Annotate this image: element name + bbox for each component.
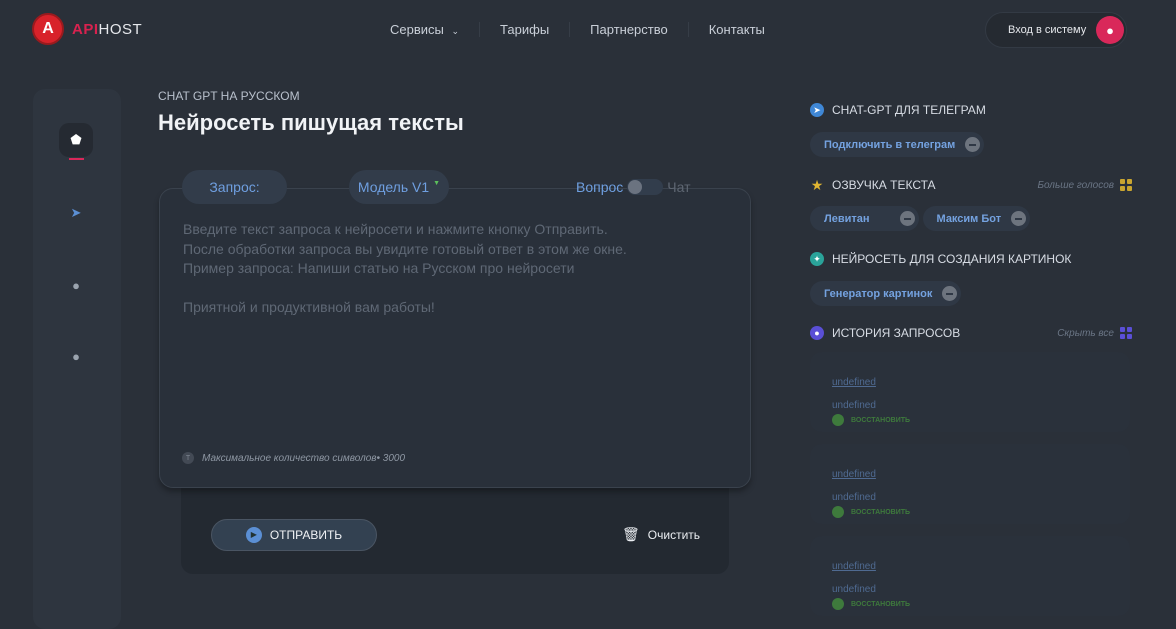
textarea-placeholder: Введите текст запроса к нейросети и нажм… <box>183 220 627 318</box>
history-answer-link[interactable]: undefined <box>832 400 876 409</box>
sidebar-home-icon[interactable]: ⬟ <box>59 123 93 157</box>
max-chars-hint: T Максимальное количество символов• 3000 <box>182 452 405 464</box>
main-nav: Сервисы ⌄ Тарифы Партнерство Контакты <box>370 22 785 37</box>
history-section-header: ● ИСТОРИЯ ЗАПРОСОВ Скрыть все <box>810 326 1132 340</box>
logo-icon: A <box>32 13 64 45</box>
section-title: CHAT-GPT ДЛЯ ТЕЛЕГРАМ <box>832 103 986 117</box>
download-icon <box>832 598 844 610</box>
section-title: НЕЙРОСЕТЬ ДЛЯ СОЗДАНИЯ КАРТИНОК <box>832 252 1072 266</box>
image-ai-icon: ✦ <box>810 252 824 266</box>
play-icon: ▶ <box>245 527 262 543</box>
voice-chip-maxim[interactable]: Максим Бот <box>922 206 1031 231</box>
grid-icon <box>1120 327 1132 339</box>
history-item: undefined undefined ВОССТАНОВИТЬ <box>810 536 1130 616</box>
hide-all-link[interactable]: Скрыть все <box>1057 327 1132 339</box>
chevron-down-icon: ⌄ <box>451 26 460 36</box>
restore-label: ВОССТАНОВИТЬ <box>851 600 911 608</box>
telegram-icon: ➤ <box>810 103 824 117</box>
voice-chip-levitan[interactable]: Левитан <box>810 206 919 231</box>
logo[interactable]: A APIHOST <box>32 13 142 45</box>
clear-button[interactable]: 🗑 Очистить <box>622 526 700 543</box>
grid-icon <box>1120 179 1132 191</box>
history-item: undefined undefined ВОССТАНОВИТЬ <box>810 444 1130 524</box>
history-answer-link[interactable]: undefined <box>832 492 876 501</box>
tab-request[interactable]: Запрос: <box>182 170 287 204</box>
sidebar-chat-icon[interactable]: ● <box>59 268 93 302</box>
login-label: Вход в систему <box>1008 24 1087 36</box>
send-button[interactable]: ▶ ОТПРАВИТЬ <box>211 519 377 551</box>
restore-button[interactable]: ВОССТАНОВИТЬ <box>832 598 910 610</box>
restore-label: ВОССТАНОВИТЬ <box>851 416 911 424</box>
nav-partnership[interactable]: Партнерство <box>569 22 688 37</box>
toggle-left-label: Вопрос <box>576 179 624 195</box>
telegram-section-header: ➤ CHAT-GPT ДЛЯ ТЕЛЕГРАМ <box>810 103 1132 117</box>
login-button[interactable]: Вход в систему ● <box>985 12 1127 48</box>
history-query-link[interactable]: undefined <box>832 469 876 480</box>
hide-all-label: Скрыть все <box>1057 327 1114 339</box>
logo-host: HOST <box>98 20 143 38</box>
nav-tariffs[interactable]: Тарифы <box>479 22 569 37</box>
images-section-header: ✦ НЕЙРОСЕТЬ ДЛЯ СОЗДАНИЯ КАРТИНОК <box>810 252 1132 266</box>
sidebar-telegram-icon[interactable]: ➤ <box>59 196 93 230</box>
section-title: ОЗВУЧКА ТЕКСТА <box>832 178 936 192</box>
minus-icon[interactable] <box>899 211 915 226</box>
minus-icon[interactable] <box>1011 211 1027 226</box>
model-label: Модель V1 <box>357 179 430 195</box>
restore-button[interactable]: ВОССТАНОВИТЬ <box>832 506 910 518</box>
page-title: Нейросеть пишущая тексты <box>158 110 464 135</box>
logo-api: API <box>72 20 99 38</box>
user-icon: ● <box>1096 16 1124 44</box>
dropdown-icon: ▼ <box>433 179 441 187</box>
restore-button[interactable]: ВОССТАНОВИТЬ <box>832 414 910 426</box>
download-icon <box>832 414 844 426</box>
more-voices-label: Больше голосов <box>1037 179 1114 191</box>
max-chars-label: Максимальное количество символов• 3000 <box>202 452 406 464</box>
chip-label: Подключить в телеграм <box>824 138 956 151</box>
send-label: ОТПРАВИТЬ <box>269 528 343 542</box>
minus-icon[interactable] <box>965 137 981 152</box>
toggle-switch[interactable] <box>627 179 664 195</box>
star-icon: ★ <box>810 177 824 193</box>
history-icon: ● <box>810 326 824 340</box>
history-answer-link[interactable]: undefined <box>832 584 876 593</box>
placeholder-line: Введите текст запроса к нейросети и нажм… <box>183 221 608 237</box>
model-select[interactable]: Модель V1 ▼ <box>349 170 449 204</box>
voice-section-header: ★ ОЗВУЧКА ТЕКСТА Больше голосов <box>810 178 1132 192</box>
chip-label: Генератор картинок <box>824 287 933 300</box>
sidebar: ⬟ ➤ ● ● <box>33 89 121 629</box>
connect-telegram-chip[interactable]: Подключить в телеграм <box>810 132 985 157</box>
history-query-link[interactable]: undefined <box>832 377 876 388</box>
placeholder-line <box>183 279 627 299</box>
section-title: ИСТОРИЯ ЗАПРОСОВ <box>832 326 961 340</box>
chip-label: Левитан <box>824 212 870 225</box>
page-subtitle: CHAT GPT НА РУССКОМ <box>158 89 300 103</box>
minus-icon[interactable] <box>942 286 958 301</box>
restore-label: ВОССТАНОВИТЬ <box>851 508 911 516</box>
history-query-link[interactable]: undefined <box>832 561 876 572</box>
sidebar-message-icon[interactable]: ● <box>59 339 93 373</box>
nav-services[interactable]: Сервисы ⌄ <box>370 22 479 37</box>
chip-label: Максим Бот <box>936 212 1002 225</box>
nav-contacts[interactable]: Контакты <box>687 22 785 37</box>
clear-label: Очистить <box>647 527 701 542</box>
text-icon: T <box>182 452 194 464</box>
image-generator-chip[interactable]: Генератор картинок <box>810 281 962 306</box>
placeholder-line: После обработки запроса вы увидите готов… <box>183 240 627 257</box>
history-item: undefined undefined ВОССТАНОВИТЬ <box>810 352 1130 432</box>
placeholder-line: Приятной и продуктивной вам работы! <box>183 299 435 315</box>
toggle-right-label: Чат <box>667 179 691 195</box>
trash-icon: 🗑 <box>622 526 640 542</box>
active-indicator <box>69 158 84 160</box>
placeholder-line: Пример запроса: Напиши статью на Русском… <box>183 260 575 276</box>
more-voices-link[interactable]: Больше голосов <box>1037 179 1132 191</box>
download-icon <box>832 506 844 518</box>
mode-toggle[interactable]: Вопрос Чат <box>576 179 691 195</box>
